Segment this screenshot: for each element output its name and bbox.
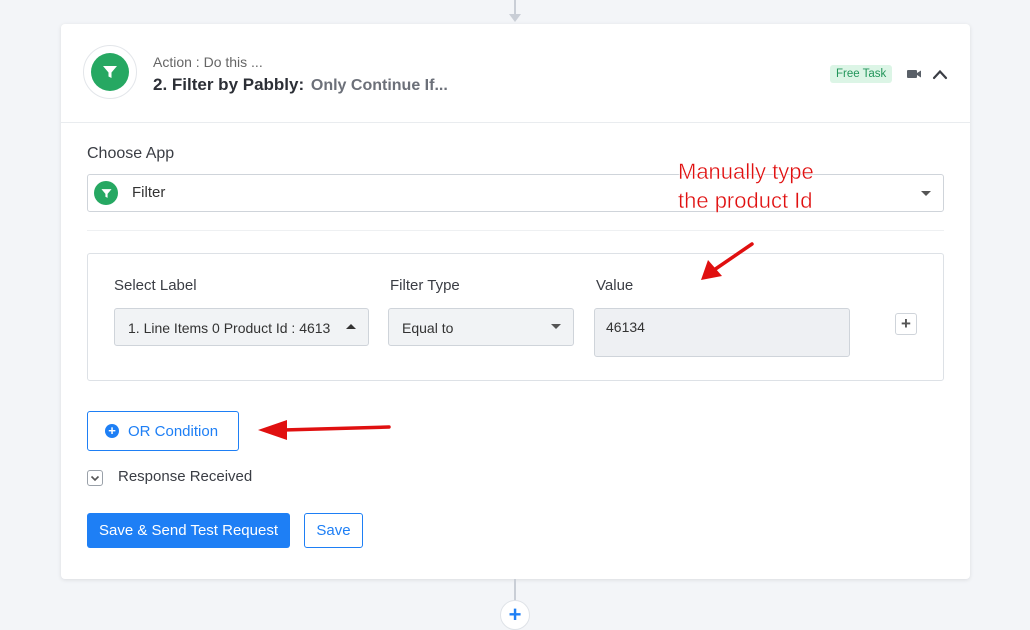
select-label-dropdown[interactable]: 1. Line Items 0 Product Id : 4613 xyxy=(114,308,369,346)
plus-circle-icon: + xyxy=(105,424,119,438)
filter-type-value: Equal to xyxy=(402,320,454,336)
chevron-down-icon xyxy=(921,191,931,196)
video-icon[interactable] xyxy=(906,67,922,81)
save-button[interactable]: Save xyxy=(304,513,363,548)
step-title-text: 2. Filter by Pabbly: xyxy=(153,75,305,94)
filter-app-icon xyxy=(94,181,118,205)
choose-app-value: Filter xyxy=(132,184,166,201)
annotation-line-1: Manually type xyxy=(678,159,814,184)
step-card: Action : Do this ... 2. Filter by Pabbly… xyxy=(61,24,970,579)
response-received-label: Response Received xyxy=(118,468,253,485)
value-heading: Value xyxy=(596,277,634,294)
connector-arrow-icon xyxy=(509,14,521,22)
annotation-line-2: the product Id xyxy=(678,188,813,213)
step-title: 2. Filter by Pabbly: Only Continue If... xyxy=(153,75,448,95)
filter-icon xyxy=(103,66,117,78)
step-header[interactable]: Action : Do this ... 2. Filter by Pabbly… xyxy=(61,24,970,123)
choose-app-select[interactable]: Filter xyxy=(87,174,944,212)
add-condition-button[interactable]: + xyxy=(895,313,917,335)
filter-type-dropdown[interactable]: Equal to xyxy=(388,308,574,346)
step-description: Only Continue If... xyxy=(310,77,448,94)
or-condition-label: OR Condition xyxy=(128,423,219,440)
response-received-toggle[interactable] xyxy=(87,470,103,486)
chevron-up-icon xyxy=(346,324,356,329)
filter-condition-box: Select Label Filter Type Value 1. Line I… xyxy=(87,253,944,381)
filter-type-heading: Filter Type xyxy=(390,277,460,294)
step-subtitle: Action : Do this ... xyxy=(153,54,263,70)
add-step-button[interactable]: + xyxy=(500,600,530,630)
filter-app-logo xyxy=(83,45,137,99)
chevron-up-icon[interactable] xyxy=(932,67,948,81)
save-send-test-button[interactable]: Save & Send Test Request xyxy=(87,513,290,548)
or-condition-button[interactable]: + OR Condition xyxy=(87,411,239,451)
free-task-badge: Free Task xyxy=(830,65,893,83)
divider xyxy=(87,230,944,231)
annotation-text: Manually type the product Id xyxy=(678,157,814,215)
choose-app-label: Choose App xyxy=(87,145,175,162)
select-label-value: 1. Line Items 0 Product Id : 4613 xyxy=(128,320,331,336)
filter-icon xyxy=(100,188,112,198)
value-input-text: 46134 xyxy=(606,319,645,335)
chevron-down-icon xyxy=(90,475,100,482)
value-input[interactable]: 46134 xyxy=(594,308,850,357)
select-label-heading: Select Label xyxy=(114,277,197,294)
chevron-down-icon xyxy=(551,324,561,329)
